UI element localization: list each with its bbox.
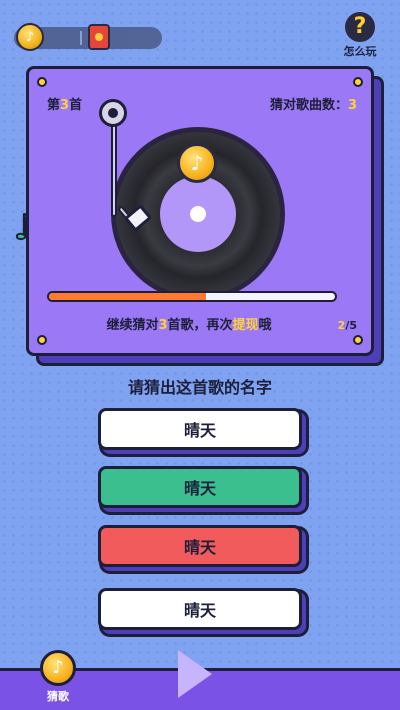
answer-option-4[interactable]: 晴天 xyxy=(98,588,302,630)
question-mark-icon: ? xyxy=(345,12,375,42)
music-note-icon: ♪ xyxy=(40,650,76,686)
withdraw-hint: 继续猜对3首歌，再次提现哦 xyxy=(106,318,272,333)
rivet-icon xyxy=(37,77,47,87)
rivet-icon xyxy=(353,335,363,345)
music-coin-icon[interactable]: ♪ xyxy=(16,23,44,51)
answer-option-2[interactable]: 晴天 xyxy=(98,466,302,508)
play-note-icon[interactable]: ♪ xyxy=(177,143,217,183)
record-card: 第3首 猜对歌曲数：3 ♪ 继续猜对3首歌，再次提现哦 2/5 xyxy=(26,66,374,356)
how-to-play-label: 怎么玩 xyxy=(343,45,377,58)
tab-guess-label: 猜歌 xyxy=(47,690,69,703)
answer-option-3[interactable]: 晴天 xyxy=(98,525,302,567)
progress-bar xyxy=(47,291,337,302)
question-title: 请猜出这首歌的名字 xyxy=(127,378,272,397)
rivet-icon xyxy=(37,335,47,345)
rivet-icon xyxy=(353,77,363,87)
tonearm-base xyxy=(99,99,127,127)
correct-count: 猜对歌曲数：3 xyxy=(269,98,357,113)
song-pager: 2/5 xyxy=(337,319,357,332)
top-bar: ♪ ? 怎么玩 xyxy=(0,0,400,60)
round-label: 第3首 xyxy=(47,98,83,113)
how-to-play-button[interactable]: ? 怎么玩 xyxy=(338,12,382,58)
red-packet-icon[interactable] xyxy=(88,24,110,50)
tab-guess-song[interactable]: ♪ 猜歌 xyxy=(36,650,80,708)
play-triangle-icon[interactable] xyxy=(178,650,212,698)
progress-fill xyxy=(49,293,207,300)
record-spindle xyxy=(190,206,206,222)
answer-option-1[interactable]: 晴天 xyxy=(98,408,302,450)
tonearm xyxy=(111,121,117,217)
pill-divider xyxy=(80,31,82,45)
